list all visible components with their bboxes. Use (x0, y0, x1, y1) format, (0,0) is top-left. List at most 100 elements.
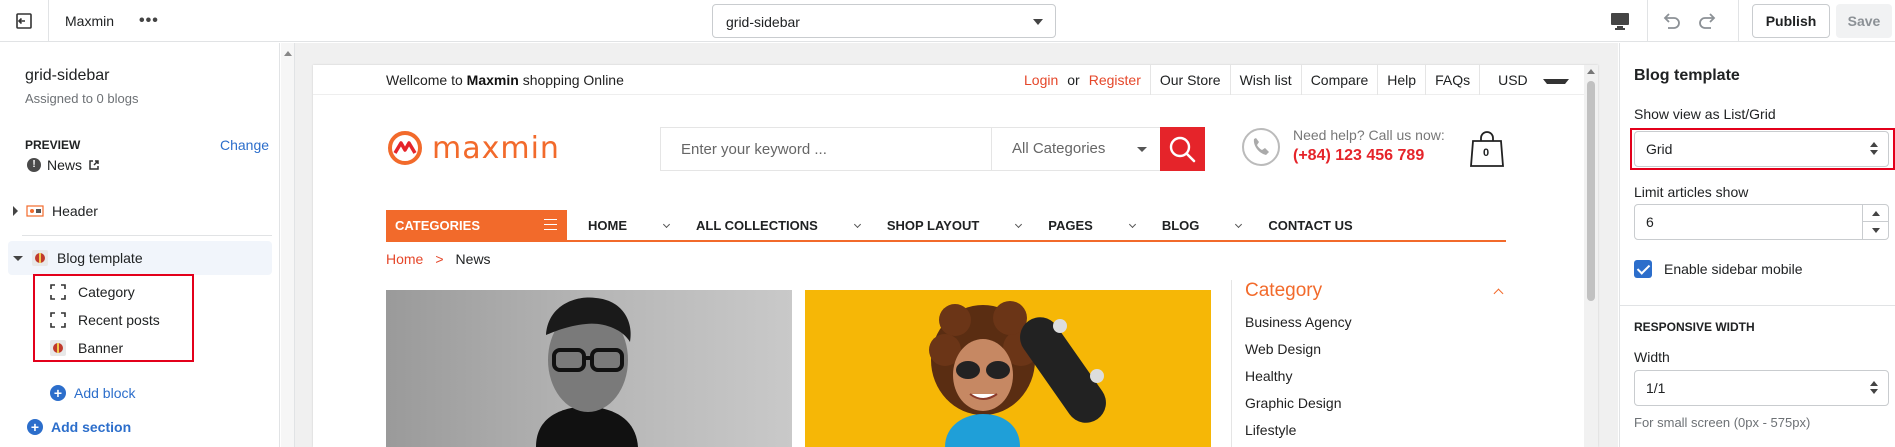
chevron-down-icon (853, 220, 861, 228)
preview-label: PREVIEW (25, 138, 81, 152)
currency-select[interactable]: USD (1480, 72, 1578, 88)
register-link[interactable]: Register (1080, 72, 1150, 88)
desktop-view-icon[interactable] (1609, 11, 1631, 31)
number-stepper[interactable] (1862, 205, 1888, 239)
girl-with-skateboard-photo (929, 301, 1106, 447)
stepper-down[interactable] (1863, 222, 1888, 239)
chevron-down-icon (1033, 19, 1043, 25)
info-icon: ! (27, 158, 41, 172)
add-block-button[interactable]: + Add block (50, 385, 135, 401)
collapse-icon (13, 255, 23, 261)
change-preview-link[interactable]: Change (220, 137, 269, 153)
stepper-up[interactable] (1863, 205, 1888, 222)
welcome-brand: Maxmin (466, 72, 519, 88)
block-category[interactable]: Category (50, 277, 135, 307)
template-select[interactable]: grid-sidebar (712, 4, 1056, 38)
category-item[interactable]: Web Design (1245, 341, 1508, 368)
nav-all-collections[interactable]: ALL COLLECTIONS (696, 218, 861, 233)
nav-pages[interactable]: PAGES (1048, 218, 1136, 233)
section-blog-template[interactable]: Blog template (8, 241, 272, 275)
help-link[interactable]: Help (1378, 72, 1425, 88)
compare-link[interactable]: Compare (1302, 72, 1378, 88)
sidebar-scrollbar[interactable] (281, 43, 295, 447)
nav-contact-us[interactable]: CONTACT US (1268, 218, 1379, 233)
save-button[interactable]: Save (1836, 4, 1892, 38)
storefront-preview: Wellcome to Maxmin shopping Online Login… (313, 65, 1598, 447)
banner-icon (50, 340, 66, 356)
theme-name: Maxmin (65, 13, 115, 29)
category-item[interactable]: Healthy (1245, 368, 1508, 395)
divider (1620, 305, 1895, 306)
nav-label: HOME (588, 218, 627, 233)
limit-articles-value: 6 (1646, 214, 1654, 230)
add-section-button[interactable]: + Add section (27, 419, 131, 435)
currency-value: USD (1498, 72, 1528, 88)
cart-button[interactable]: 0 (1469, 129, 1505, 169)
faqs-link[interactable]: FAQs (1426, 72, 1479, 88)
section-label: Blog template (57, 250, 143, 266)
checkbox-checked-icon[interactable] (1634, 260, 1652, 278)
breadcrumb: Home > News (386, 251, 491, 267)
block-banner[interactable]: Banner (50, 333, 123, 363)
dashed-frame-icon (50, 284, 66, 300)
phone-number[interactable]: (+84) 123 456 789 (1293, 147, 1445, 165)
scrollbar-thumb[interactable] (1587, 81, 1595, 301)
search-category-select[interactable]: All Categories (991, 128, 1161, 170)
category-item[interactable]: Business Agency (1245, 314, 1508, 341)
preview-canvas: Wellcome to Maxmin shopping Online Login… (281, 43, 1618, 447)
nav-items: HOME ALL COLLECTIONS SHOP LAYOUT PAGES B… (588, 218, 1407, 233)
divider (22, 235, 272, 236)
categories-button[interactable]: CATEGORIES (386, 210, 567, 240)
external-link-icon[interactable] (88, 159, 100, 171)
breadcrumb-home[interactable]: Home (386, 251, 423, 267)
nav-blog[interactable]: BLOG (1161, 218, 1243, 233)
nav-shop-layout[interactable]: SHOP LAYOUT (887, 218, 1023, 233)
redo-icon[interactable] (1697, 10, 1719, 32)
preview-scrollbar[interactable] (1584, 65, 1598, 447)
sidebar-mobile-label: Enable sidebar mobile (1664, 261, 1803, 277)
search-button[interactable] (1160, 127, 1205, 171)
limit-articles-input[interactable]: 6 (1634, 204, 1889, 240)
view-mode-select[interactable]: Grid (1634, 131, 1889, 167)
welcome-text: Wellcome to Maxmin shopping Online (386, 72, 624, 88)
wish-list-link[interactable]: Wish list (1231, 72, 1301, 88)
sidebar-mobile-checkbox[interactable]: Enable sidebar mobile (1634, 260, 1803, 278)
section-header[interactable]: Header (8, 194, 272, 228)
select-arrows-icon (1870, 142, 1878, 156)
our-store-link[interactable]: Our Store (1151, 72, 1230, 88)
scroll-up-icon[interactable] (1587, 69, 1595, 74)
dashed-frame-icon (50, 312, 66, 328)
cart-count: 0 (1483, 147, 1490, 159)
publish-button[interactable]: Publish (1752, 4, 1830, 38)
blog-post-image-portrait-man[interactable] (386, 290, 792, 447)
divider (1738, 0, 1739, 42)
more-actions-button[interactable]: ••• (139, 12, 159, 30)
site-logo[interactable]: maxmin (386, 128, 560, 168)
chevron-down-icon (1235, 220, 1243, 228)
view-mode-label: Show view as List/Grid (1634, 106, 1776, 122)
category-widget-header[interactable]: Category (1245, 280, 1508, 302)
nav-label: BLOG (1161, 218, 1200, 233)
or-text: or (1067, 72, 1080, 88)
breadcrumb-current: News (455, 251, 491, 267)
width-select[interactable]: 1/1 (1634, 370, 1889, 406)
scroll-up-icon[interactable] (284, 51, 292, 56)
block-recent-posts[interactable]: Recent posts (50, 305, 160, 335)
category-item[interactable]: Graphic Design (1245, 395, 1508, 422)
caret-up-icon (1872, 211, 1880, 216)
category-list: Business Agency Web Design Healthy Graph… (1245, 314, 1508, 447)
divider (48, 0, 49, 42)
blog-post-image-skateboard-girl[interactable] (805, 290, 1211, 447)
search-input[interactable]: Enter your keyword ... (681, 141, 827, 158)
divider (1231, 280, 1232, 447)
width-help-text: For small screen (0px - 575px) (1634, 415, 1811, 430)
login-link[interactable]: Login (1015, 72, 1067, 88)
width-label: Width (1634, 349, 1670, 365)
plus-icon: + (50, 385, 66, 401)
main-navigation: CATEGORIES HOME ALL COLLECTIONS SHOP LAY… (386, 210, 1506, 242)
phone-icon (1242, 128, 1280, 166)
nav-home[interactable]: HOME (588, 218, 671, 233)
undo-icon[interactable] (1660, 10, 1682, 32)
exit-icon[interactable] (14, 11, 34, 31)
category-item[interactable]: Lifestyle (1245, 422, 1508, 447)
